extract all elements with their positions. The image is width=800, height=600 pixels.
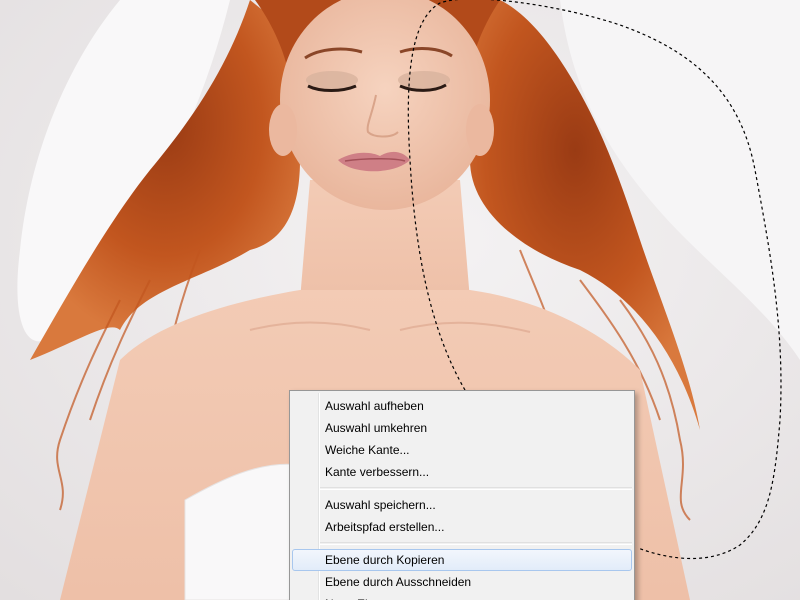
menu-item-feather[interactable]: Weiche Kante...	[292, 439, 632, 461]
menu-item-invert[interactable]: Auswahl umkehren	[292, 417, 632, 439]
menu-item-refine-edge[interactable]: Kante verbessern...	[292, 461, 632, 483]
face	[280, 0, 490, 210]
menu-item-layer-via-cut[interactable]: Ebene durch Ausschneiden	[292, 571, 632, 593]
menu-item-layer-via-copy[interactable]: Ebene durch Kopieren	[292, 549, 632, 571]
menu-separator	[320, 542, 632, 545]
ear-right	[466, 104, 494, 156]
ear-left	[269, 104, 297, 156]
menu-item-deselect[interactable]: Auswahl aufheben	[292, 395, 632, 417]
menu-separator	[320, 487, 632, 490]
image-canvas[interactable]: Auswahl aufheben Auswahl umkehren Weiche K…	[0, 0, 800, 600]
menu-item-new-layer[interactable]: Neue Ebene...	[292, 593, 632, 600]
context-menu: Auswahl aufheben Auswahl umkehren Weiche K…	[289, 390, 635, 600]
menu-item-make-work-path[interactable]: Arbeitspfad erstellen...	[292, 516, 632, 538]
menu-item-save-selection[interactable]: Auswahl speichern...	[292, 494, 632, 516]
